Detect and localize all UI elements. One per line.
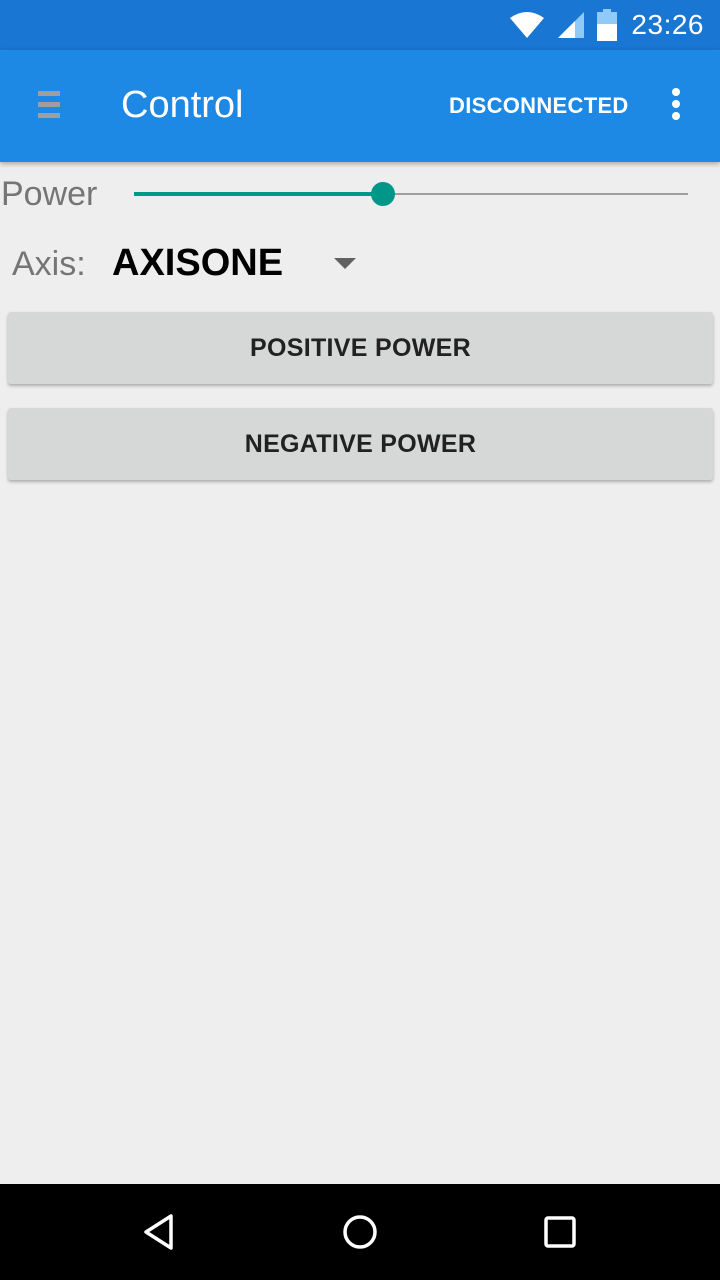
screen: 23:26 Control DISCONNECTED Power Axis: A… <box>0 0 720 1280</box>
dropdown-arrow-icon <box>334 258 356 269</box>
power-label: Power <box>1 175 98 213</box>
slider-fill <box>134 192 383 196</box>
home-icon[interactable] <box>336 1208 384 1256</box>
cell-signal-icon <box>557 11 585 39</box>
negative-power-button[interactable]: NEGATIVE POWER <box>8 408 713 480</box>
page-title: Control <box>121 84 244 126</box>
nav-bar <box>0 1184 720 1280</box>
status-icons: 23:26 <box>497 0 704 50</box>
recents-icon[interactable] <box>536 1208 584 1256</box>
slider-thumb[interactable] <box>371 182 395 206</box>
axis-selected-value: AXISONE <box>112 242 284 284</box>
clock: 23:26 <box>631 9 704 40</box>
battery-icon <box>597 9 618 41</box>
menu-icon[interactable] <box>38 91 62 121</box>
app-bar: Control DISCONNECTED <box>0 50 720 162</box>
axis-label: Axis: <box>12 245 86 283</box>
positive-power-button[interactable]: POSITIVE POWER <box>8 312 713 384</box>
axis-dropdown[interactable]: AXISONE <box>112 240 362 290</box>
power-slider[interactable] <box>134 180 688 208</box>
back-icon[interactable] <box>136 1208 184 1256</box>
connection-status-button[interactable]: DISCONNECTED <box>449 93 629 119</box>
overflow-menu-icon[interactable] <box>666 88 686 124</box>
status-bar: 23:26 <box>0 0 720 50</box>
wifi-icon <box>509 11 545 39</box>
